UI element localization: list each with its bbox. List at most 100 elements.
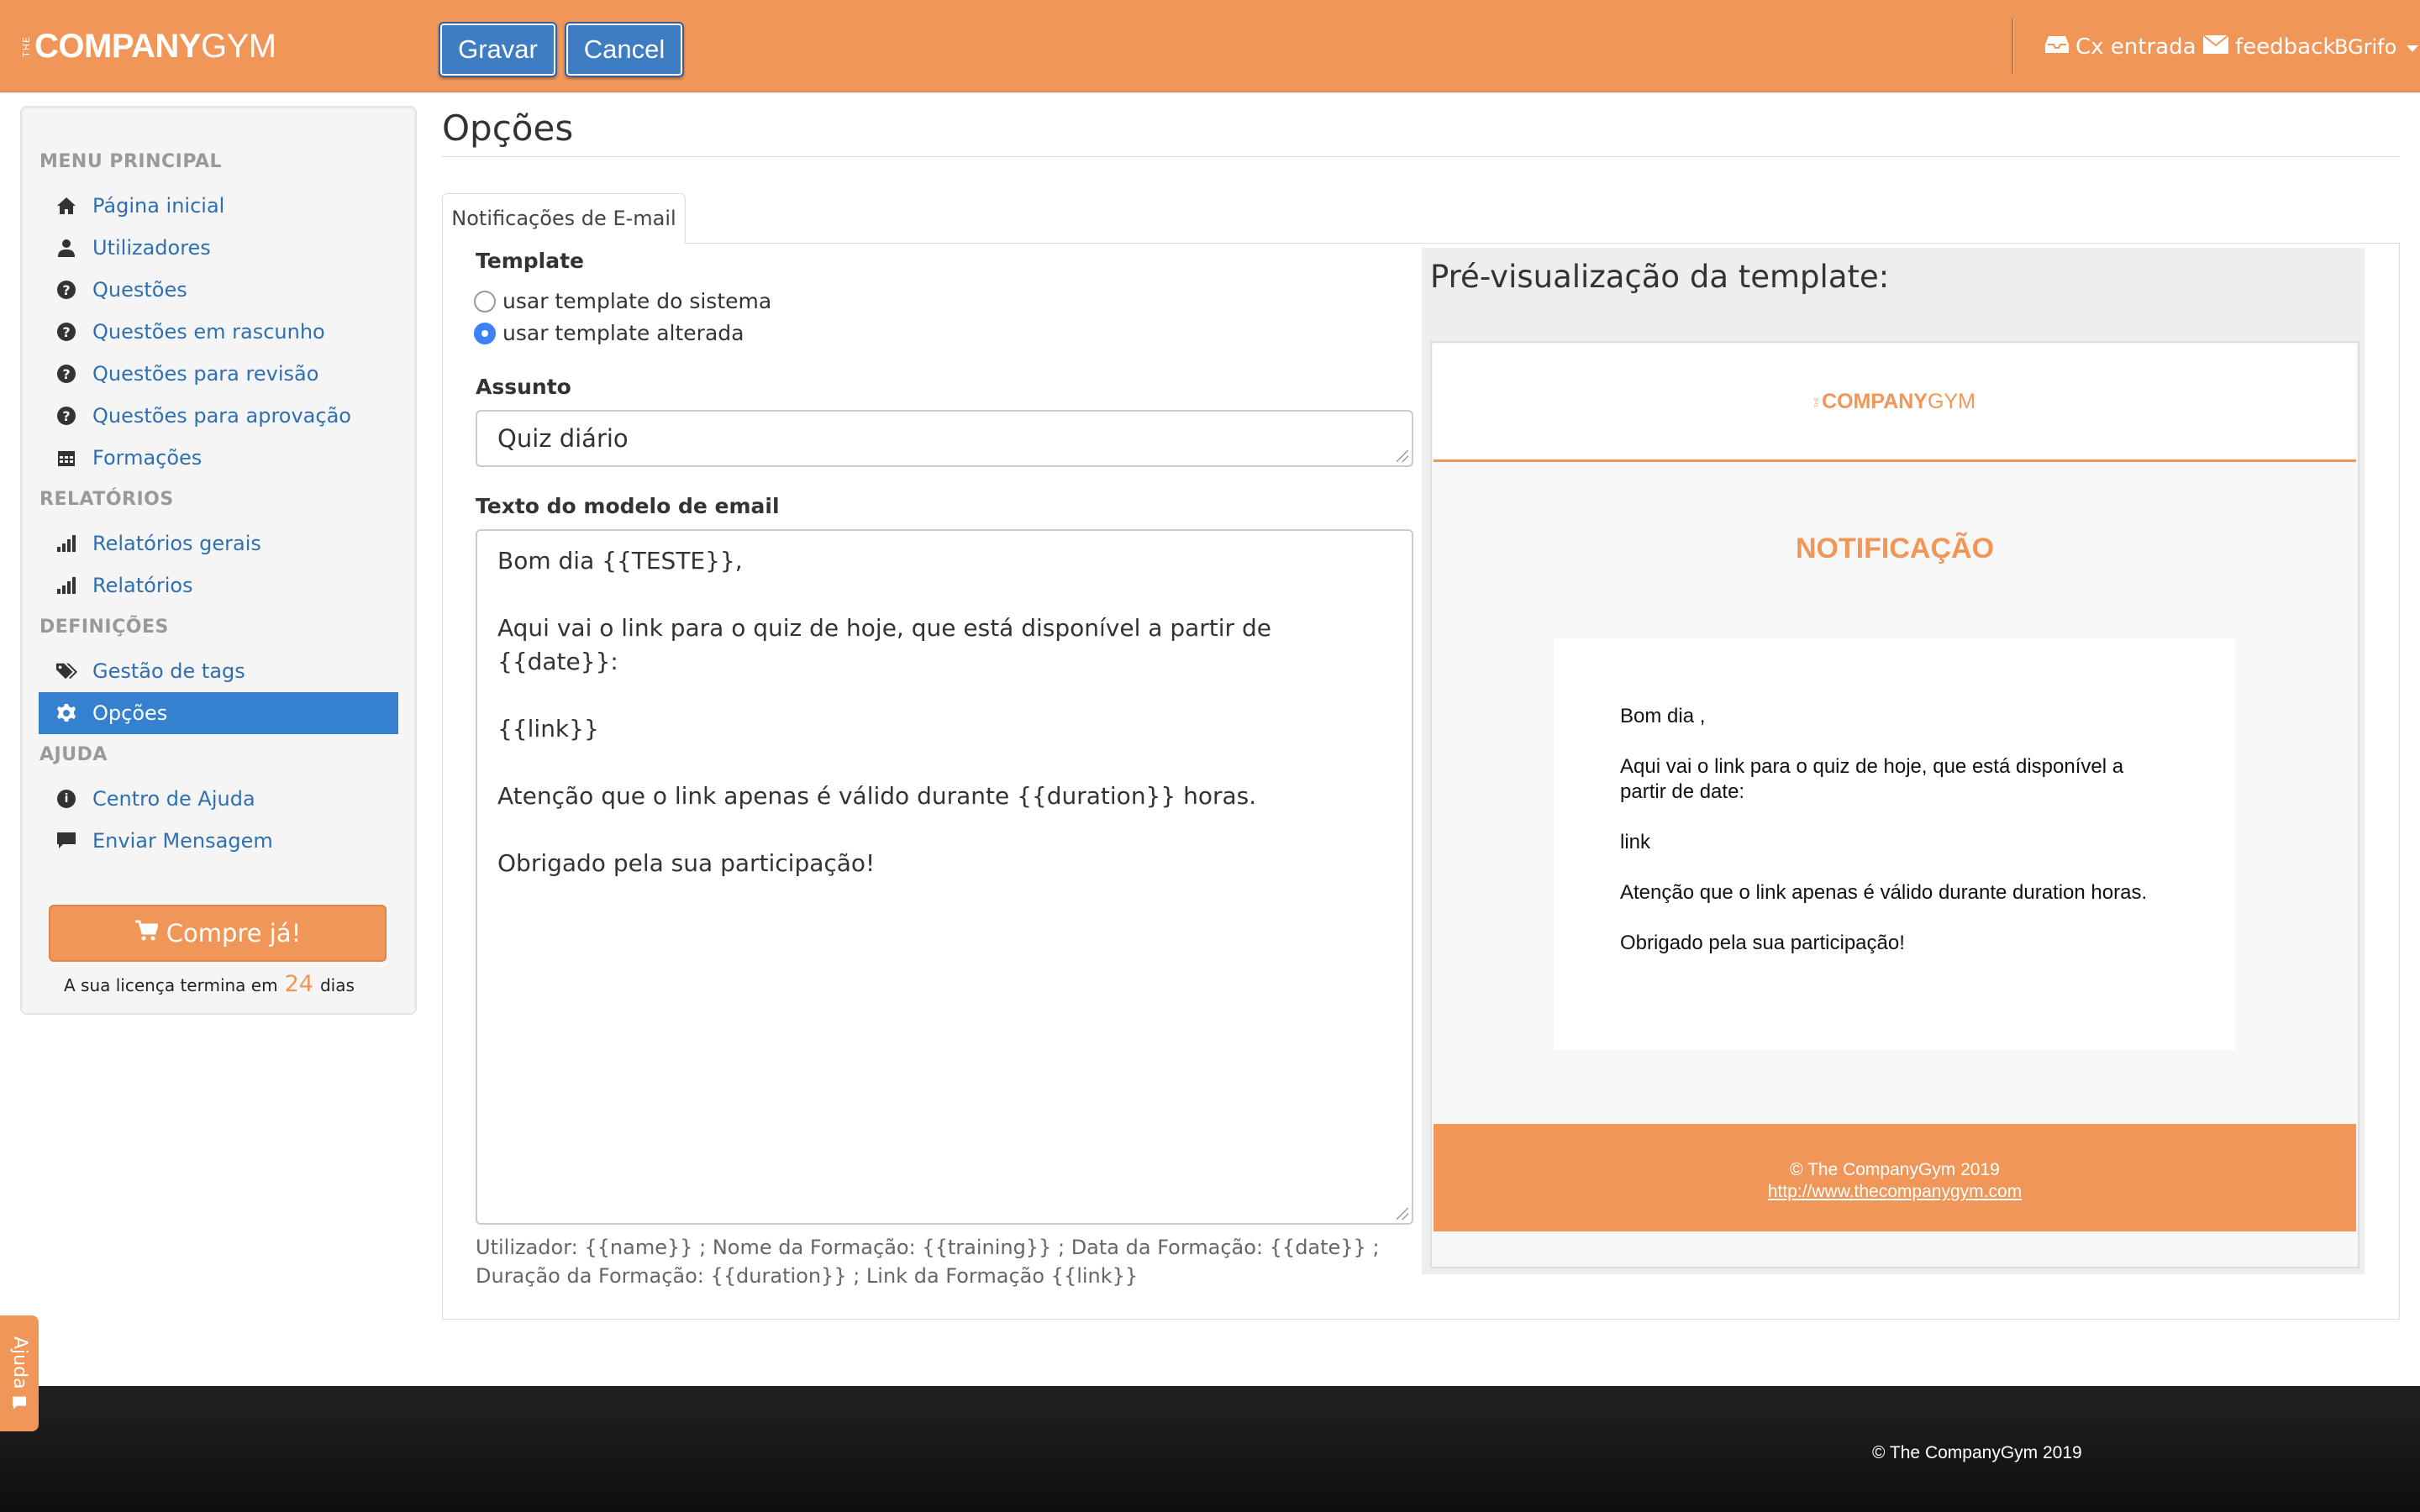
title-divider [442,156,2400,157]
nav-header-reports: RELATÓRIOS [39,489,174,510]
chevron-down-icon [2407,45,2419,52]
subject-input[interactable]: Quiz diário [476,410,1413,467]
sidebar-item-trainings[interactable]: Formações [39,437,398,479]
license-days: 24 [284,971,313,997]
subject-label: Assunto [476,375,571,399]
sidebar-item-tags[interactable]: Gestão de tags [39,650,398,692]
radio-system-template[interactable]: usar template do sistema [474,289,771,313]
inbox-link[interactable]: Cx entrada [2045,30,2196,64]
email-paragraph: Atenção que o link apenas é válido duran… [1620,881,2148,904]
body-line: Aqui vai o link para o quiz de hoje, que… [497,614,1271,675]
question-icon: ? [55,363,77,385]
email-footer-link[interactable]: http://www.thecompanygym.com [1768,1182,2022,1201]
home-icon [55,195,77,217]
sidebar-item-label: Questões em rascunho [92,320,325,344]
help-side-tab[interactable]: Ajuda [0,1315,39,1431]
email-footer: © The CompanyGym 2019 http://www.thecomp… [1434,1124,2356,1231]
footer-copyright: © The CompanyGym 2019 [1872,1443,2082,1462]
navbar-divider [2012,18,2014,74]
buy-now-button[interactable]: Compre já! [49,905,387,962]
sidebar-item-help-center[interactable]: i Centro de Ajuda [39,778,398,820]
feedback-label: feedback [2235,34,2336,60]
email-thanks: Obrigado pela sua participação! [1620,932,1905,954]
sidebar-item-label: Questões [92,278,187,302]
radio-button-selected[interactable] [474,322,496,344]
brand-logo[interactable]: THE COMPANY GYM [21,25,276,67]
logo-gym: GYM [200,27,276,65]
radio-button[interactable] [474,290,496,312]
question-icon: ? [55,405,77,427]
email-body-textarea[interactable]: Bom dia {{TESTE}}, Aqui vai o link para … [476,529,1413,1225]
nav-header-help: AJUDA [39,744,108,765]
save-button[interactable]: Gravar [439,22,557,77]
sidebar-item-general-reports[interactable]: Relatórios gerais [39,522,398,564]
license-suffix: dias [319,975,355,995]
sidebar-item-users[interactable]: Utilizadores [39,227,398,269]
sidebar-item-send-message[interactable]: Enviar Mensagem [39,820,398,862]
nav-header-settings: DEFINIÇÕES [39,617,169,638]
inbox-icon [2045,34,2069,60]
sidebar-item-approval-questions[interactable]: ? Questões para aprovação [39,395,398,437]
license-notice: A sua licença termina em 24 dias [64,971,355,997]
body-line [497,578,1392,612]
email-footer-copyright: © The CompanyGym 2019 [1790,1160,2000,1179]
subject-value: Quiz diário [497,424,629,453]
body-line: Atenção que o link apenas é válido duran… [497,782,1257,810]
body-label: Texto do modelo de email [476,494,780,518]
sidebar-item-review-questions[interactable]: ? Questões para revisão [39,353,398,395]
page-footer: © The CompanyGym 2019 [0,1386,2420,1512]
placeholders-help: Utilizador: {{name}} ; Nome da Formação:… [476,1236,1380,1288]
tab-email-notifications[interactable]: Notificações de E-mail [442,193,686,244]
radio-custom-template[interactable]: usar template alterada [474,321,744,345]
template-label: Template [476,249,584,273]
logo-company: COMPANY [1822,390,1928,413]
envelope-icon [2202,34,2229,60]
sidebar-item-label: Relatórios gerais [92,532,261,555]
sidebar-item-label: Página inicial [92,194,225,218]
cancel-button[interactable]: Cancel [565,22,684,77]
sidebar-item-label: Questões para aprovação [92,404,351,428]
sidebar-item-draft-questions[interactable]: ? Questões em rascunho [39,311,398,353]
tags-icon [55,660,77,682]
sidebar-item-label: Utilizadores [92,236,211,260]
sidebar-item-label: Centro de Ajuda [92,787,255,811]
page-title: Opções [442,108,574,149]
sidebar-item-options[interactable]: Opções [39,692,398,734]
notification-heading: NOTIFICAÇÃO [1795,533,1995,564]
info-icon: i [55,788,77,810]
feedback-link[interactable]: feedback [2202,30,2336,64]
sidebar-item-label: Questões para revisão [92,362,319,386]
question-icon: ? [55,279,77,301]
comment-icon [55,830,77,852]
nav-header-main: MENU PRINCIPAL [39,151,222,172]
radio-label: usar template alterada [502,321,744,345]
sidebar-item-reports[interactable]: Relatórios [39,564,398,606]
sidebar-item-home[interactable]: Página inicial [39,185,398,227]
user-icon [55,237,77,259]
email-link-text: link [1620,831,1651,853]
sidebar-item-label: Formações [92,446,203,470]
sidebar-item-label: Opções [92,701,168,725]
gear-icon [55,702,77,724]
preview-title: Pré-visualização da template: [1430,259,1890,295]
logo-gym: GYM [1927,390,1975,413]
sidebar-item-label: Gestão de tags [92,659,245,683]
resize-grip[interactable] [1397,1208,1408,1220]
body-line [497,746,1392,780]
help-tab-label: Ajuda [8,1336,30,1389]
sidebar-item-label: Enviar Mensagem [92,829,273,853]
cart-icon [134,919,159,948]
comment-icon [12,1395,27,1410]
buy-now-label: Compre já! [166,919,302,948]
body-line [497,813,1392,847]
email-header: THE COMPANY GYM [1434,344,2356,462]
resize-grip[interactable] [1397,450,1408,462]
sidebar-item-label: Relatórios [92,574,193,597]
license-prefix: A sua licença termina em [64,975,278,995]
sidebar-item-questions[interactable]: ? Questões [39,269,398,311]
email-paragraph: Aqui vai o link para o quiz de hoje, que… [1620,755,2124,803]
logo-the: THE [1814,396,1821,407]
user-menu[interactable]: BGrifo [2334,30,2419,64]
body-line: {{link}} [497,715,599,743]
body-line [497,679,1392,712]
